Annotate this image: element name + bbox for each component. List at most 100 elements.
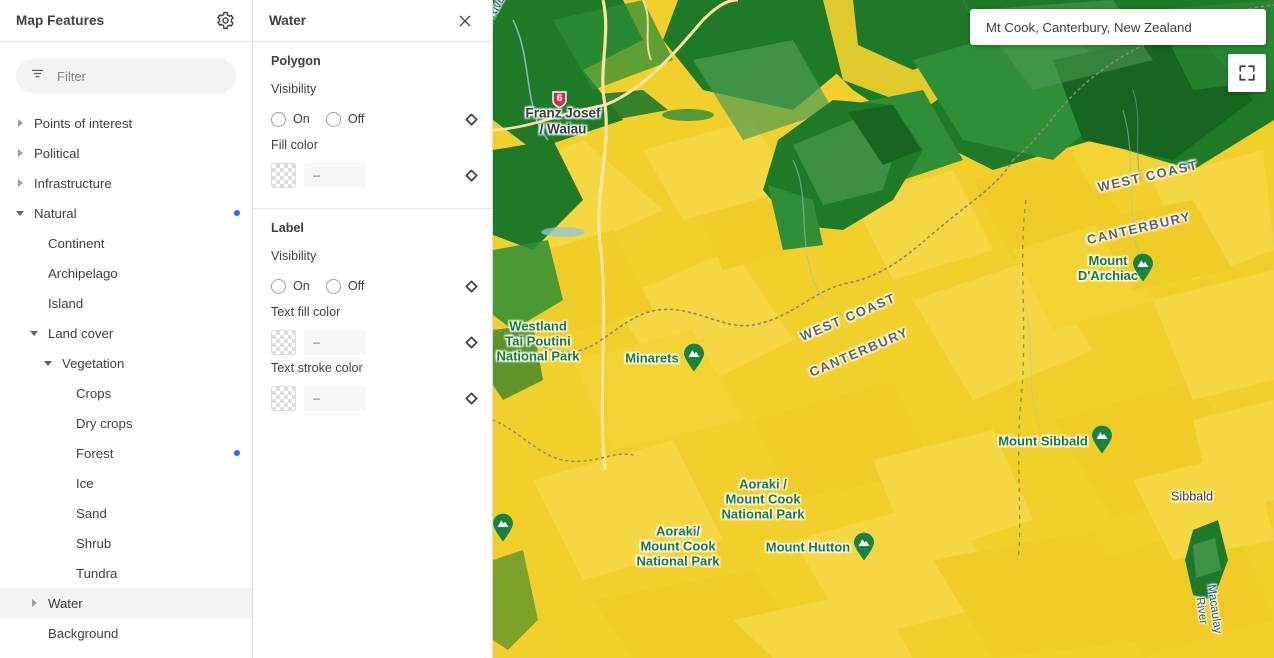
tree-item-crops[interactable]: Crops [0, 378, 252, 408]
tree-item-sand[interactable]: Sand [0, 498, 252, 528]
tree-item-label: Island [48, 295, 84, 311]
radio-circle-icon[interactable] [271, 111, 286, 127]
tree-item-dry-crops[interactable]: Dry crops [0, 408, 252, 438]
tree-item-label: Water [48, 595, 83, 611]
chevron-down-icon[interactable] [12, 205, 28, 221]
tree-item-label: Infrastructure [34, 175, 112, 191]
modified-indicator-dot [234, 210, 240, 216]
color-swatch-button[interactable] [271, 329, 296, 355]
tree-item-continent[interactable]: Continent [0, 228, 252, 258]
chevron-down-icon[interactable] [40, 355, 56, 371]
filter-icon [30, 66, 45, 86]
tree-item-label: Background [48, 625, 119, 641]
tree-item-archipelago[interactable]: Archipelago [0, 258, 252, 288]
chevron-right-icon[interactable] [12, 145, 28, 161]
field-label: Text fill color [271, 305, 341, 319]
tree-item-ice[interactable]: Ice [0, 468, 252, 498]
field-control: On Off [271, 104, 492, 134]
color-value-field[interactable]: – [304, 329, 366, 355]
tree-item-natural[interactable]: Natural [0, 198, 252, 228]
filter-container [0, 42, 252, 100]
radio-circle-icon[interactable] [271, 278, 286, 294]
tree-item-shrub[interactable]: Shrub [0, 528, 252, 558]
tree-item-label: Tundra [76, 565, 118, 581]
field-label: Fill color [271, 138, 318, 152]
chevron-down-icon[interactable] [26, 325, 42, 341]
tree-item-background[interactable]: Background [0, 618, 252, 648]
field-visibility: Visibility On Off [253, 82, 492, 134]
revert-diamond-icon[interactable] [464, 168, 478, 182]
page-title: Map Features [16, 13, 105, 28]
details-section-polygon: Polygon Visibility On Off Fill color – [253, 42, 492, 208]
chevron-right-icon[interactable] [26, 595, 42, 611]
radio-option-off[interactable]: Off [325, 111, 365, 127]
sidebar-header: Map Features [0, 0, 252, 42]
tree-item-points-of-interest[interactable]: Points of interest [0, 108, 252, 138]
revert-diamond-icon[interactable] [464, 112, 478, 126]
map-search-card[interactable] [970, 9, 1266, 45]
tree-item-label: Archipelago [48, 265, 118, 281]
revert-diamond-icon[interactable] [464, 391, 478, 405]
color-value-field[interactable]: – [304, 162, 366, 188]
feature-tree: Points of interest Political Infrastructur… [0, 100, 252, 658]
radio-label: Off [347, 112, 365, 126]
radio-label: On [293, 279, 310, 293]
visibility-radio-group: On Off [271, 278, 478, 294]
radio-option-off[interactable]: Off [325, 278, 365, 294]
search-input[interactable] [984, 18, 1252, 36]
revert-diamond-icon[interactable] [464, 279, 478, 293]
map-canvas[interactable]: o RiverFranz Josef / WaiauWestland Tai P… [493, 0, 1274, 658]
field-label: Text stroke color [271, 361, 363, 375]
field-control: – [271, 327, 492, 357]
details-header: Water [253, 0, 492, 42]
field-text-stroke-color: Text stroke color – [253, 361, 492, 413]
color-control: – [271, 385, 478, 411]
tree-item-label: Sand [76, 505, 107, 521]
tree-item-forest[interactable]: Forest [0, 438, 252, 468]
tree-item-island[interactable]: Island [0, 288, 252, 318]
field-fill-color: Fill color – [253, 138, 492, 190]
details-title: Water [269, 13, 307, 28]
chevron-right-icon[interactable] [12, 175, 28, 191]
tree-item-label: Points of interest [34, 115, 133, 131]
tree-item-political[interactable]: Political [0, 138, 252, 168]
tree-item-tundra[interactable]: Tundra [0, 558, 252, 588]
filter-box[interactable] [16, 58, 236, 94]
tree-item-label: Vegetation [62, 355, 125, 371]
radio-circle-icon[interactable] [325, 111, 341, 127]
tree-item-label: Political [34, 145, 80, 161]
radio-option-on[interactable]: On [271, 278, 310, 294]
field-visibility: Visibility On Off [253, 249, 492, 301]
gear-icon[interactable] [214, 10, 236, 32]
tree-item-infrastructure[interactable]: Infrastructure [0, 168, 252, 198]
radio-circle-icon[interactable] [325, 278, 341, 294]
color-control: – [271, 162, 478, 188]
filter-input[interactable] [55, 67, 222, 85]
tree-item-label: Shrub [76, 535, 112, 551]
tree-item-water[interactable]: Water [0, 588, 252, 618]
radio-label: On [293, 112, 310, 126]
radio-option-on[interactable]: On [271, 111, 310, 127]
radio-label: Off [347, 279, 365, 293]
fullscreen-icon[interactable] [1228, 54, 1266, 92]
color-swatch-button[interactable] [271, 162, 296, 188]
color-swatch-button[interactable] [271, 385, 296, 411]
tree-item-label: Natural [34, 205, 77, 221]
field-control: On Off [271, 271, 492, 301]
field-label: Visibility [271, 249, 317, 263]
revert-diamond-icon[interactable] [464, 335, 478, 349]
tree-item-vegetation[interactable]: Vegetation [0, 348, 252, 378]
map-features-sidebar: Map Features Points of [0, 0, 253, 658]
modified-indicator-dot [234, 450, 240, 456]
tree-item-label: Crops [76, 385, 112, 401]
tree-item-label: Ice [76, 475, 94, 491]
field-text-fill-color: Text fill color – [253, 305, 492, 357]
close-icon[interactable] [454, 10, 476, 32]
tree-item-label: Forest [76, 445, 114, 461]
tree-item-label: Continent [48, 235, 105, 251]
map-terrain [493, 0, 1274, 658]
chevron-right-icon[interactable] [12, 115, 28, 131]
tree-item-land-cover[interactable]: Land cover [0, 318, 252, 348]
color-value-field[interactable]: – [304, 385, 366, 411]
field-control: – [271, 160, 492, 190]
